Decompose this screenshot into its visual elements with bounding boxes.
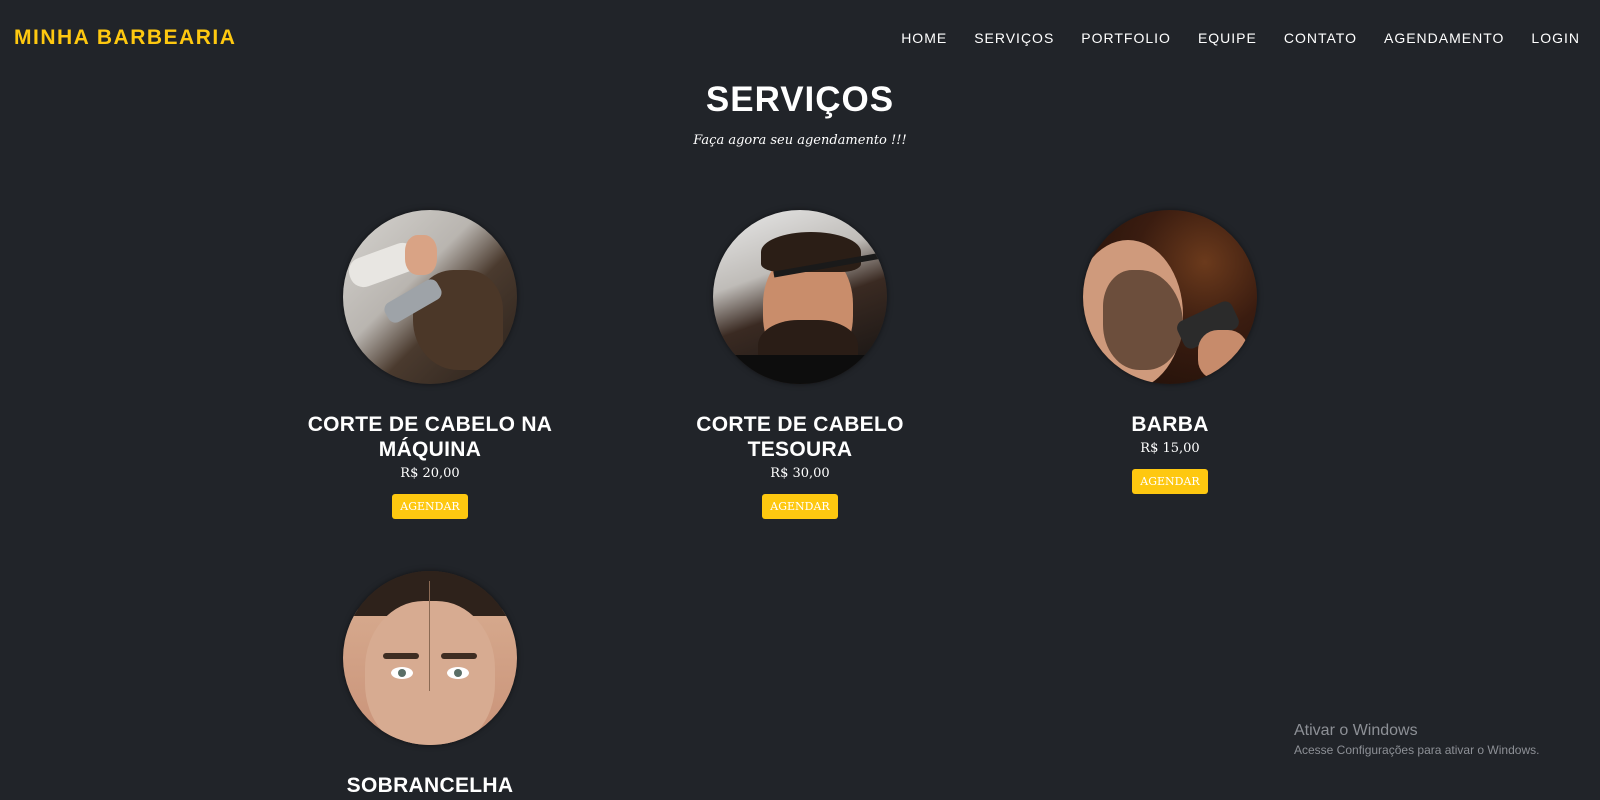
service-title: CORTE DE CABELO TESOURA bbox=[696, 413, 904, 461]
watermark-text: Acesse Configurações para ativar o Windo… bbox=[1294, 743, 1540, 757]
service-price: R$ 30,00 bbox=[770, 466, 830, 481]
service-title: CORTE DE CABELO NA MÁQUINA bbox=[307, 413, 553, 461]
nav-link-servicos[interactable]: SERVIÇOS bbox=[974, 30, 1054, 46]
nav-link-agendamento[interactable]: AGENDAMENTO bbox=[1384, 30, 1504, 46]
windows-activation-watermark: Ativar o Windows Acesse Configurações pa… bbox=[1294, 722, 1539, 757]
beard-photo bbox=[1083, 210, 1257, 384]
nav-link-login[interactable]: LOGIN bbox=[1531, 30, 1580, 46]
service-card: CORTE DE CABELO TESOURA R$ 30,00 AGENDAR bbox=[670, 210, 930, 519]
brand-logo[interactable]: MINHA BARBEARIA bbox=[14, 26, 236, 50]
agendar-button[interactable]: AGENDAR bbox=[392, 494, 468, 519]
service-title: SOBRANCELHA bbox=[346, 774, 514, 797]
nav-links: HOME SERVIÇOS PORTFOLIO EQUIPE CONTATO A… bbox=[901, 30, 1580, 48]
section-title: SERVIÇOS bbox=[705, 80, 895, 119]
haircut-machine-photo bbox=[343, 210, 517, 384]
service-price: R$ 20,00 bbox=[400, 466, 460, 481]
service-card: SOBRANCELHA bbox=[300, 571, 560, 798]
navbar: MINHA BARBEARIA HOME SERVIÇOS PORTFOLIO … bbox=[0, 0, 1600, 78]
nav-link-portfolio[interactable]: PORTFOLIO bbox=[1081, 30, 1171, 46]
nav-link-home[interactable]: HOME bbox=[901, 30, 947, 46]
service-price: R$ 15,00 bbox=[1140, 441, 1200, 456]
haircut-scissors-photo bbox=[713, 210, 887, 384]
section-subtitle: Faça agora seu agendamento !!! bbox=[693, 133, 907, 148]
service-title: BARBA bbox=[1131, 413, 1209, 436]
agendar-button[interactable]: AGENDAR bbox=[1132, 469, 1208, 494]
service-card: BARBA R$ 15,00 AGENDAR bbox=[1040, 210, 1300, 494]
eyebrow-photo bbox=[343, 571, 517, 745]
agendar-button[interactable]: AGENDAR bbox=[762, 494, 838, 519]
nav-link-equipe[interactable]: EQUIPE bbox=[1198, 30, 1257, 46]
service-card: CORTE DE CABELO NA MÁQUINA R$ 20,00 AGEN… bbox=[300, 210, 560, 519]
nav-link-contato[interactable]: CONTATO bbox=[1284, 30, 1357, 46]
watermark-title: Ativar o Windows bbox=[1294, 722, 1418, 739]
